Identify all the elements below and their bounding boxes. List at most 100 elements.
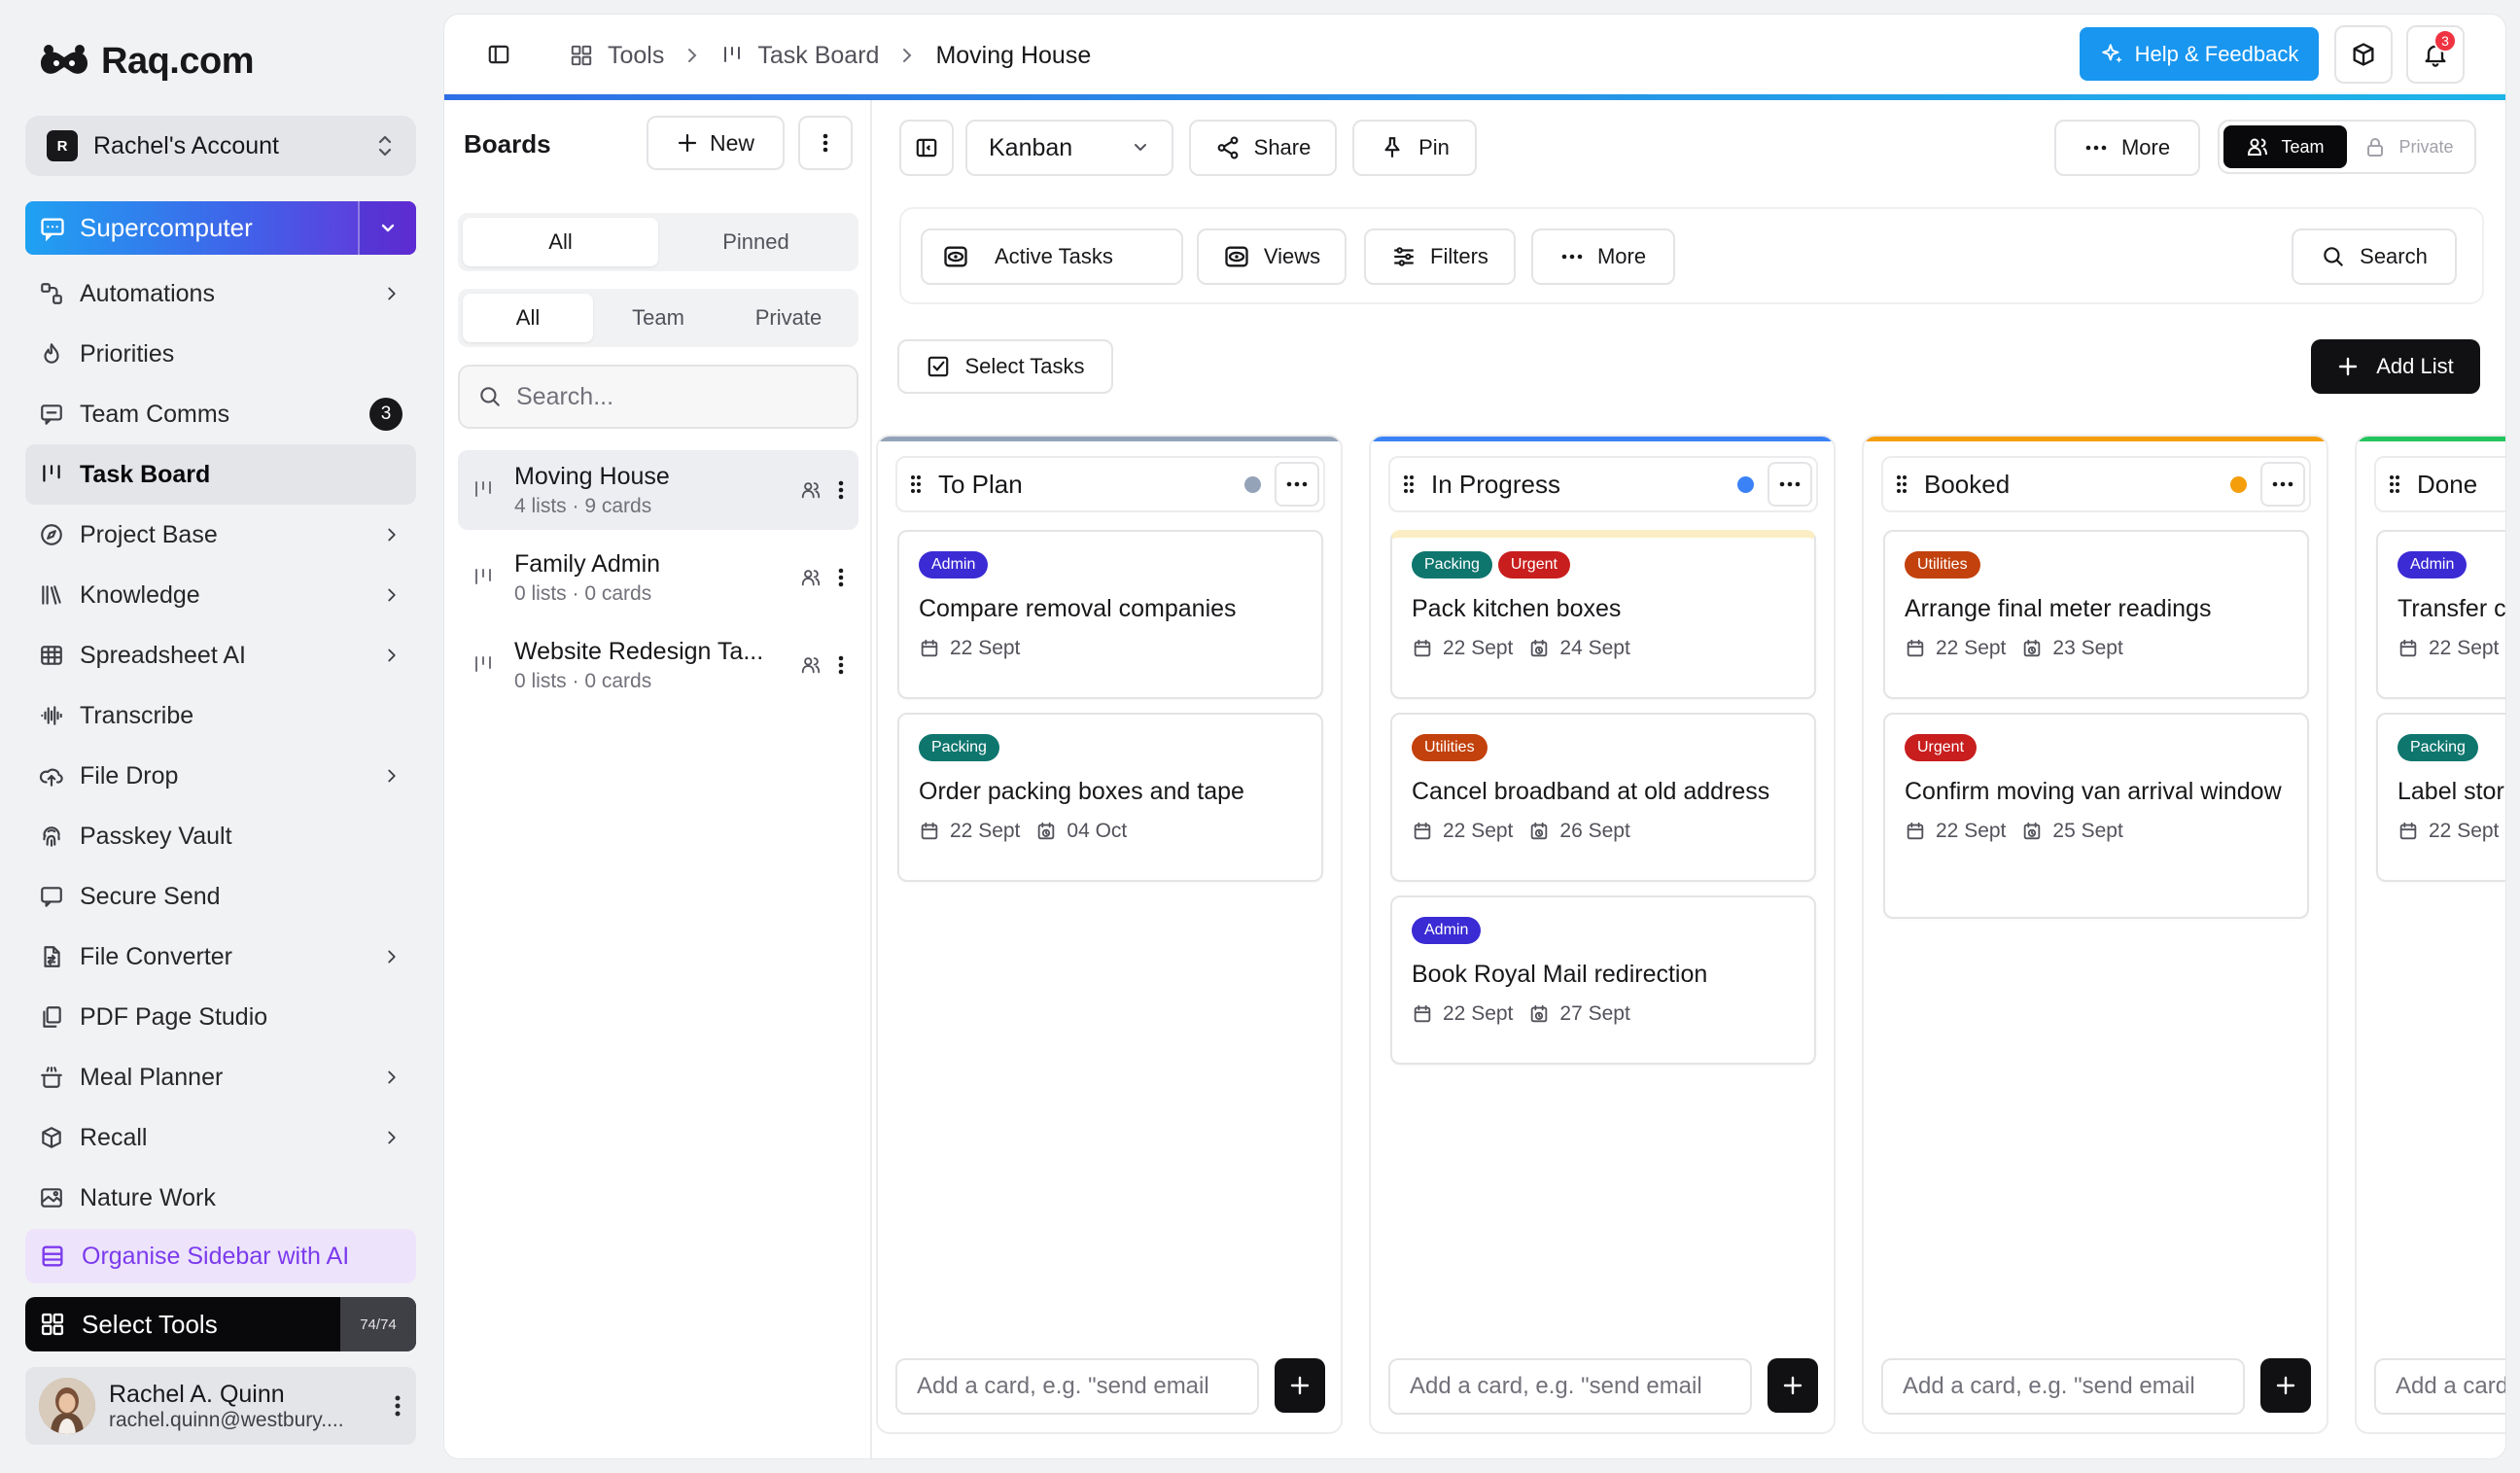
sidebar-item-pdf-page-studio[interactable]: PDF Page Studio (25, 987, 416, 1047)
chevron-right-icon[interactable] (381, 1067, 402, 1088)
filter-all[interactable]: All (463, 218, 658, 266)
sidebar-item-team-comms[interactable]: Team Comms 3 (25, 384, 416, 444)
sidebar-item-meal-planner[interactable]: Meal Planner (25, 1047, 416, 1107)
sidebar-item-secure-send[interactable]: Secure Send (25, 866, 416, 927)
add-card-button[interactable] (1275, 1358, 1325, 1413)
task-card[interactable]: Packing Label stor 22 Sept (2376, 713, 2505, 882)
add-list-button[interactable]: Add List (2311, 339, 2480, 394)
column-color-dot (1737, 475, 1754, 493)
more-vertical-icon[interactable] (393, 1392, 402, 1420)
add-card-input[interactable]: Add a card, e.g. "send email (1388, 1358, 1752, 1415)
collapse-panel-button[interactable] (899, 120, 954, 176)
task-card[interactable]: Utilities Cancel broadband at old addres… (1390, 713, 1816, 882)
drag-handle-icon[interactable] (909, 473, 923, 496)
boards-search-input[interactable]: Search... (458, 365, 858, 429)
chevron-right-icon[interactable] (381, 283, 402, 304)
add-card-input[interactable]: Add a card, e.g. "send email (1881, 1358, 2245, 1415)
views-button[interactable]: Views (1197, 228, 1347, 285)
more-vertical-icon[interactable] (837, 566, 845, 589)
task-card[interactable]: Utilities Arrange final meter readings 2… (1883, 530, 2309, 699)
drag-handle-icon[interactable] (1895, 473, 1908, 496)
add-card-input[interactable]: Add a card, e.g. "send email (895, 1358, 1259, 1415)
chevron-right-icon[interactable] (381, 524, 402, 545)
board-list-item[interactable]: Family Admin 0 lists · 0 cards (458, 538, 858, 617)
sidebar-item-transcribe[interactable]: Transcribe (25, 685, 416, 746)
sidebar-item-file-converter[interactable]: File Converter (25, 927, 416, 987)
add-card-button[interactable] (1768, 1358, 1818, 1413)
pin-button[interactable]: Pin (1352, 120, 1477, 176)
user-profile[interactable]: Rachel A. Quinn rachel.quinn@westbury...… (25, 1367, 416, 1445)
add-card-input[interactable]: Add a card, e.g. "send email (2374, 1358, 2505, 1415)
visibility-team[interactable]: Team (593, 294, 723, 342)
chevron-right-icon[interactable] (381, 1127, 402, 1148)
more-button[interactable]: More (2054, 120, 2200, 176)
view-select[interactable]: Kanban (965, 120, 1173, 176)
chevron-right-icon[interactable] (381, 645, 402, 666)
sidebar-item-task-board[interactable]: Task Board (25, 444, 416, 505)
visibility-all[interactable]: All (463, 294, 593, 342)
select-tools-button[interactable]: Select Tools 74/74 (25, 1297, 416, 1351)
organise-sidebar-button[interactable]: Organise Sidebar with AI (25, 1229, 416, 1283)
select-tasks-button[interactable]: Select Tasks (897, 339, 1113, 394)
card-title: Confirm moving van arrival window (1905, 778, 2282, 805)
calendar-icon (919, 638, 940, 659)
task-card[interactable]: Admin Book Royal Mail redirection 22 Sep… (1390, 895, 1816, 1065)
task-card[interactable]: Admin Compare removal companies 22 Sept (897, 530, 1323, 699)
sidebar-item-automations[interactable]: Automations (25, 263, 416, 324)
visibility-private[interactable]: Private (723, 294, 854, 342)
card-start-date: 22 Sept (1936, 637, 2007, 659)
filter-pinned[interactable]: Pinned (658, 218, 854, 266)
drag-handle-icon[interactable] (2388, 473, 2401, 496)
sidebar-item-priorities[interactable]: Priorities (25, 324, 416, 384)
sidebar-item-file-drop[interactable]: File Drop (25, 746, 416, 806)
drag-handle-icon[interactable] (1402, 473, 1416, 496)
chevron-right-icon[interactable] (381, 765, 402, 787)
private-toggle[interactable]: Private (2347, 125, 2470, 168)
filters-button[interactable]: Filters (1364, 228, 1516, 285)
sidebar-item-spreadsheet-ai[interactable]: Spreadsheet AI (25, 625, 416, 685)
share-button[interactable]: Share (1189, 120, 1337, 176)
chevron-right-icon[interactable] (381, 946, 402, 967)
sidebar-item-knowledge[interactable]: Knowledge (25, 565, 416, 625)
account-switcher[interactable]: R Rachel's Account (25, 116, 416, 176)
task-card[interactable]: Packing Urgent Pack kitchen boxes 22 Sept… (1390, 530, 1816, 699)
help-feedback-button[interactable]: Help & Feedback (2080, 27, 2319, 81)
chevron-right-icon[interactable] (381, 584, 402, 606)
team-toggle[interactable]: Team (2223, 125, 2347, 168)
breadcrumb-tools[interactable]: Tools (608, 42, 664, 70)
add-card-button[interactable] (2260, 1358, 2311, 1413)
toggle-sidebar-button[interactable] (470, 25, 528, 84)
sidebar-item-project-base[interactable]: Project Base (25, 505, 416, 565)
kanban-column: Done Admin Transfer c 22 Sept Packing La… (2355, 435, 2505, 1434)
column-color-dot (1244, 475, 1261, 493)
pinned-filter: All Pinned (458, 213, 858, 271)
filters-more-button[interactable]: More (1531, 228, 1675, 285)
task-card[interactable]: Packing Order packing boxes and tape 22 … (897, 713, 1323, 882)
search-button[interactable]: Search (2292, 228, 2457, 285)
card-due-date: 27 Sept (1559, 1002, 1630, 1025)
supercomputer-dropdown[interactable] (358, 201, 416, 255)
eye-scan-icon (1225, 246, 1248, 267)
task-card[interactable]: Admin Transfer c 22 Sept (2376, 530, 2505, 699)
column-header: In Progress (1388, 456, 1818, 512)
board-list-item[interactable]: Website Redesign Ta... 0 lists · 0 cards (458, 625, 858, 705)
more-vertical-icon[interactable] (837, 478, 845, 502)
active-tasks-button[interactable]: Active Tasks (921, 228, 1183, 285)
supercomputer-button[interactable]: Supercomputer (25, 201, 416, 255)
notifications-button[interactable]: 3 (2406, 25, 2465, 84)
more-vertical-icon[interactable] (837, 653, 845, 677)
kanban-icon (472, 653, 495, 677)
sidebar-item-passkey-vault[interactable]: Passkey Vault (25, 806, 416, 866)
sidebar-item-recall[interactable]: Recall (25, 1107, 416, 1168)
column-menu-button[interactable] (1768, 462, 1812, 507)
cube-button[interactable] (2334, 25, 2393, 84)
column-menu-button[interactable] (1275, 462, 1319, 507)
boards-menu-button[interactable] (798, 116, 853, 170)
board-list-item[interactable]: Moving House 4 lists · 9 cards (458, 450, 858, 530)
sidebar-item-nature-work[interactable]: Nature Work (25, 1168, 416, 1228)
task-card[interactable]: Urgent Confirm moving van arrival window… (1883, 713, 2309, 919)
brand-logo[interactable]: Raq.com (35, 37, 254, 86)
column-menu-button[interactable] (2260, 462, 2305, 507)
new-board-button[interactable]: New (647, 116, 785, 170)
breadcrumb-task-board[interactable]: Task Board (757, 42, 879, 70)
